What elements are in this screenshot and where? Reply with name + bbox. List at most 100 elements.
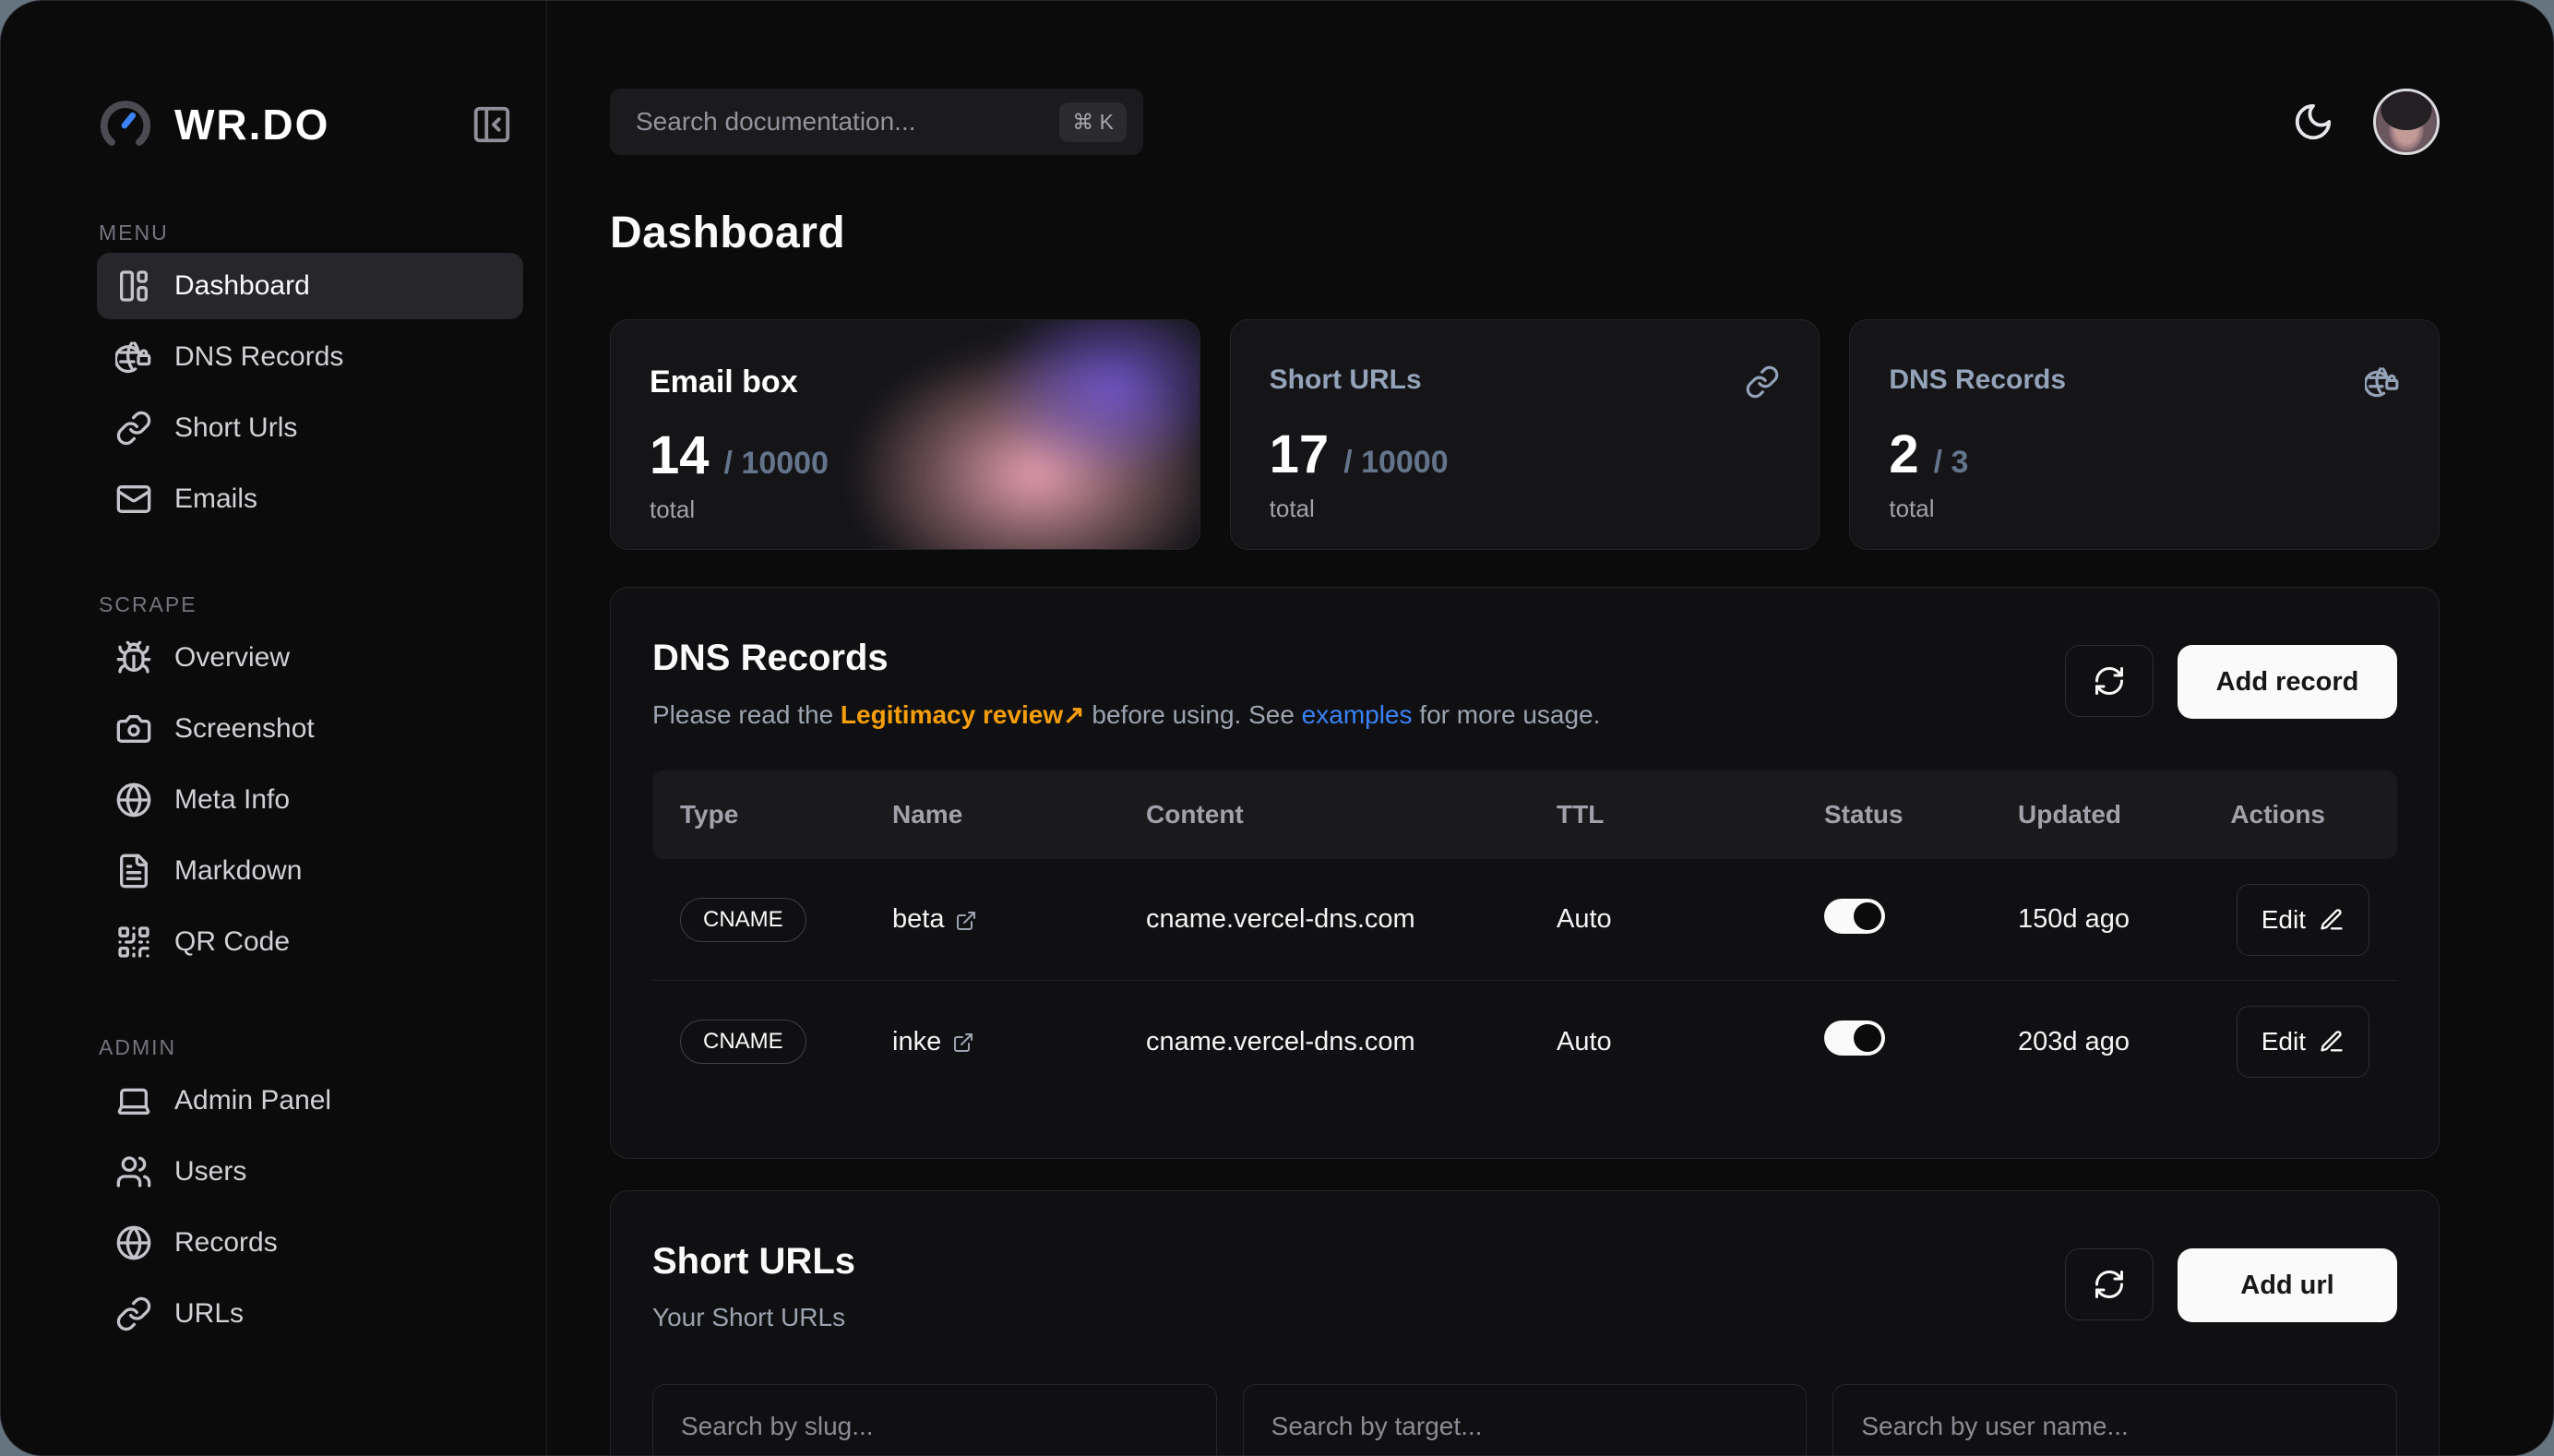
col-name: Name bbox=[892, 800, 1146, 829]
dns-records-table: Type Name Content TTL Status Updated Act… bbox=[652, 770, 2397, 1103]
dashboard-icon bbox=[115, 268, 152, 304]
status-toggle[interactable] bbox=[1824, 1020, 1885, 1056]
sidebar-item-label: Overview bbox=[174, 642, 290, 674]
sidebar-item-dashboard[interactable]: Dashboard bbox=[97, 253, 523, 319]
sidebar-item-admin-panel[interactable]: Admin Panel bbox=[97, 1068, 523, 1134]
sidebar-item-overview[interactable]: Overview bbox=[97, 625, 523, 691]
desc-text: Please read the bbox=[652, 700, 841, 729]
record-name: inke bbox=[892, 1027, 941, 1057]
sidebar: WR.DO MENU Dashboard DNS Records bbox=[1, 1, 547, 1455]
refresh-icon bbox=[2093, 664, 2126, 698]
record-updated: 203d ago bbox=[2018, 1027, 2230, 1057]
table-header-row: Type Name Content TTL Status Updated Act… bbox=[652, 770, 2397, 859]
card-title: Email box bbox=[650, 364, 798, 400]
col-type: Type bbox=[680, 800, 892, 829]
nav-section-scrape: SCRAPE bbox=[97, 592, 523, 617]
sidebar-item-label: Users bbox=[174, 1156, 246, 1187]
card-caption: total bbox=[1270, 495, 1781, 523]
main-content: Search documentation... ⌘ K Dashboard Em… bbox=[548, 1, 2553, 1455]
sidebar-item-screenshot[interactable]: Screenshot bbox=[97, 696, 523, 762]
card-caption: total bbox=[1889, 495, 2400, 523]
record-content: cname.vercel-dns.com bbox=[1146, 904, 1557, 935]
qr-code-icon bbox=[115, 924, 152, 961]
sidebar-item-dns-records[interactable]: DNS Records bbox=[97, 324, 523, 390]
card-value: 2 bbox=[1889, 424, 1918, 485]
status-toggle[interactable] bbox=[1824, 899, 1885, 934]
edit-label: Edit bbox=[2262, 1027, 2306, 1056]
external-link-icon[interactable] bbox=[952, 1031, 974, 1053]
search-by-user-name-input[interactable] bbox=[1832, 1384, 2397, 1456]
sidebar-item-label: Short Urls bbox=[174, 412, 297, 444]
stat-card-email-box: Email box 14 / 10000 total bbox=[610, 319, 1200, 550]
sidebar-item-records[interactable]: Records bbox=[97, 1210, 523, 1276]
legitimacy-review-link[interactable]: Legitimacy review bbox=[841, 700, 1063, 729]
card-limit: / 10000 bbox=[1343, 445, 1448, 481]
record-name: beta bbox=[892, 904, 944, 935]
search-by-slug-input[interactable] bbox=[652, 1384, 1217, 1456]
stat-card-short-urls: Short URLs 17 / 10000 total bbox=[1230, 319, 1820, 550]
laptop-icon bbox=[115, 1082, 152, 1119]
camera-icon bbox=[115, 710, 152, 747]
link-icon bbox=[1745, 364, 1780, 400]
sidebar-item-label: Dashboard bbox=[174, 270, 310, 302]
toggle-knob bbox=[1854, 902, 1881, 930]
edit-button[interactable]: Edit bbox=[2237, 1006, 2369, 1078]
card-caption: total bbox=[650, 495, 1161, 524]
search-by-target-input[interactable] bbox=[1243, 1384, 1808, 1456]
examples-link[interactable]: examples bbox=[1302, 700, 1413, 729]
desc-text: before using. See bbox=[1085, 700, 1302, 729]
sidebar-item-qr-code[interactable]: QR Code bbox=[97, 909, 523, 975]
keyboard-shortcut-badge: ⌘ K bbox=[1059, 102, 1127, 142]
stat-cards: Email box 14 / 10000 total Short URLs 17… bbox=[610, 319, 2440, 550]
pencil-icon bbox=[2319, 1029, 2345, 1055]
add-url-button[interactable]: Add url bbox=[2178, 1248, 2397, 1322]
url-filters bbox=[652, 1384, 2397, 1456]
sidebar-item-users[interactable]: Users bbox=[97, 1139, 523, 1205]
card-value: 17 bbox=[1270, 424, 1330, 485]
refresh-button[interactable] bbox=[2065, 1248, 2154, 1320]
globe-icon bbox=[115, 782, 152, 818]
col-content: Content bbox=[1146, 800, 1557, 829]
col-actions: Actions bbox=[2230, 800, 2369, 829]
users-icon bbox=[115, 1153, 152, 1190]
sidebar-item-label: DNS Records bbox=[174, 341, 343, 373]
add-record-button[interactable]: Add record bbox=[2178, 645, 2397, 719]
edit-button[interactable]: Edit bbox=[2237, 884, 2369, 956]
search-input[interactable]: Search documentation... ⌘ K bbox=[610, 89, 1143, 155]
short-urls-panel: Short URLs Your Short URLs Add url bbox=[610, 1190, 2440, 1456]
sidebar-item-label: Meta Info bbox=[174, 784, 290, 816]
sidebar-item-emails[interactable]: Emails bbox=[97, 466, 523, 532]
sidebar-item-markdown[interactable]: Markdown bbox=[97, 838, 523, 904]
sidebar-nav: MENU Dashboard DNS Records Short Urls Em… bbox=[97, 221, 523, 1347]
record-type-badge: CNAME bbox=[680, 898, 806, 942]
dns-records-panel: DNS Records Please read the Legitimacy r… bbox=[610, 587, 2440, 1159]
edit-label: Edit bbox=[2262, 905, 2306, 935]
sidebar-item-label: Screenshot bbox=[174, 713, 315, 745]
link-icon bbox=[115, 1295, 152, 1332]
toggle-knob bbox=[1854, 1024, 1881, 1052]
pencil-icon bbox=[2319, 907, 2345, 933]
topbar: Search documentation... ⌘ K bbox=[610, 89, 2440, 155]
user-avatar[interactable] bbox=[2373, 89, 2440, 155]
refresh-icon bbox=[2093, 1268, 2126, 1301]
nav-section-menu: MENU bbox=[97, 221, 523, 245]
arrow-up-right-icon: ↗ bbox=[1063, 700, 1084, 729]
globe-icon bbox=[115, 1224, 152, 1261]
sidebar-item-label: Emails bbox=[174, 483, 257, 515]
sidebar-item-urls[interactable]: URLs bbox=[97, 1281, 523, 1347]
nav-section-admin: ADMIN bbox=[97, 1035, 523, 1060]
sidebar-collapse-icon[interactable] bbox=[471, 103, 513, 146]
card-title: DNS Records bbox=[1889, 364, 2066, 396]
record-updated: 150d ago bbox=[2018, 904, 2230, 935]
search-placeholder: Search documentation... bbox=[636, 107, 916, 137]
sidebar-item-short-urls[interactable]: Short Urls bbox=[97, 395, 523, 461]
sidebar-item-meta-info[interactable]: Meta Info bbox=[97, 767, 523, 833]
globe-lock-icon bbox=[115, 339, 152, 376]
external-link-icon[interactable] bbox=[955, 909, 977, 931]
sidebar-item-label: Records bbox=[174, 1227, 278, 1259]
record-content: cname.vercel-dns.com bbox=[1146, 1027, 1557, 1057]
refresh-button[interactable] bbox=[2065, 645, 2154, 717]
sidebar-item-label: Admin Panel bbox=[174, 1085, 331, 1116]
theme-toggle-moon-icon[interactable] bbox=[2292, 101, 2334, 143]
table-row: CNAME beta cname.vercel-dns.com Auto 150… bbox=[652, 859, 2397, 981]
